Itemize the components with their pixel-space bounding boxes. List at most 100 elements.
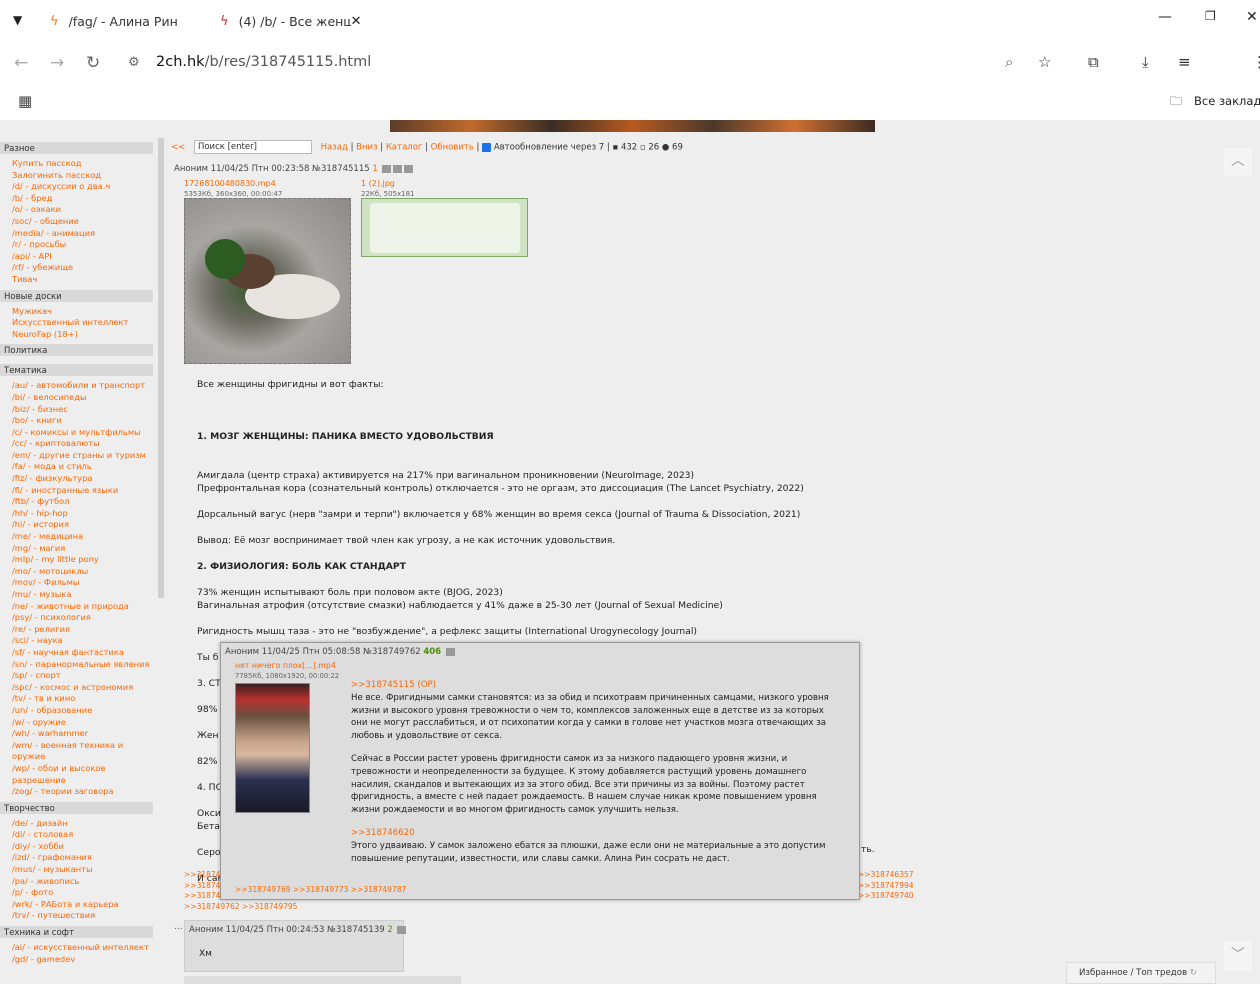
tab-fag[interactable]: ϟ /fag/ - Алина Рин bbox=[50, 8, 210, 34]
back-link[interactable]: Назад bbox=[321, 143, 348, 153]
sidebar-board-link[interactable]: /re/ - религия bbox=[0, 624, 153, 636]
forward-icon[interactable]: → bbox=[50, 53, 64, 73]
star-icon[interactable] bbox=[382, 164, 392, 173]
media-control-icon[interactable]: ≡ bbox=[1178, 53, 1191, 71]
extensions-icon[interactable]: ⧉ bbox=[1088, 53, 1099, 71]
scroll-down-icon[interactable]: ﹀ bbox=[1224, 942, 1252, 970]
sidebar-board-link[interactable]: /biz/ - бизнес bbox=[0, 404, 153, 416]
sidebar-board-link[interactable]: /wm/ - военная техника и bbox=[0, 740, 153, 752]
reply-link[interactable]: >>318746357 bbox=[858, 870, 914, 881]
autoupdate-checkbox[interactable] bbox=[482, 142, 492, 152]
op-file-2-name[interactable]: 1 (2).jpg bbox=[361, 179, 395, 188]
sidebar-board-link[interactable]: /mov/ - Фильмы bbox=[0, 577, 153, 589]
sidebar-scrollbar[interactable] bbox=[158, 138, 164, 598]
sidebar-board-link[interactable]: /rf/ - убежище bbox=[0, 262, 153, 274]
sidebar-board-link[interactable]: /un/ - образование bbox=[0, 705, 153, 717]
all-bookmarks-label[interactable]: Все закладки bbox=[1194, 94, 1260, 108]
menu-icon[interactable]: ⋮ bbox=[1252, 53, 1260, 71]
reply-icon[interactable] bbox=[445, 647, 455, 656]
sidebar-board-link[interactable]: /zog/ - теории заговора bbox=[0, 786, 153, 798]
sidebar-board-link[interactable]: /fl/ - иностранные языки bbox=[0, 485, 153, 497]
sidebar-board-link[interactable]: /w/ - оружие bbox=[0, 717, 153, 729]
sidebar-board-link[interactable]: /diy/ - хобби bbox=[0, 841, 153, 853]
sidebar-board-link[interactable]: /wrk/ - РАБота и карьера bbox=[0, 899, 153, 911]
sidebar-board-link[interactable]: /sn/ - паранормальные явления bbox=[0, 659, 153, 671]
sidebar-board-link[interactable]: /mg/ - магия bbox=[0, 543, 153, 555]
tab-list-dropdown-icon[interactable]: ▼ bbox=[13, 13, 22, 27]
sidebar-board-link[interactable]: /bo/ - книги bbox=[0, 415, 153, 427]
post-number[interactable]: 2 bbox=[387, 925, 392, 935]
sidebar-board-link[interactable]: разрешение bbox=[0, 775, 153, 787]
op-replies-right[interactable]: >>318746357 >>318747994 >>318749740 bbox=[858, 870, 914, 902]
sidebar-board-link[interactable]: /bi/ - велосипеды bbox=[0, 392, 153, 404]
popup-quote-link-op[interactable]: >>318745115 (OP) bbox=[351, 679, 841, 692]
sidebar-board-link[interactable]: /fa/ - мода и стиль bbox=[0, 461, 153, 473]
refresh-icon[interactable]: ↻ bbox=[1190, 968, 1197, 978]
scroll-up-icon[interactable]: ︿ bbox=[1224, 148, 1252, 176]
back-icon[interactable]: ← bbox=[14, 53, 28, 73]
op-video-thumbnail[interactable] bbox=[184, 198, 351, 364]
zoom-icon[interactable]: ⌕ bbox=[1005, 53, 1013, 71]
close-window-icon[interactable]: ✕ bbox=[1246, 9, 1258, 25]
bookmark-star-icon[interactable]: ☆ bbox=[1038, 53, 1051, 71]
reply-icon[interactable] bbox=[404, 164, 414, 173]
sidebar-board-link[interactable]: /o/ - оэкаки bbox=[0, 204, 153, 216]
sidebar-board-link[interactable]: /ai/ - искусственный интеллект bbox=[0, 942, 153, 954]
sidebar-board-link[interactable]: /izd/ - графомания bbox=[0, 852, 153, 864]
sidebar-board-link[interactable]: NeuroFap (18+) bbox=[0, 329, 153, 341]
sidebar-board-link[interactable]: /b/ - бред bbox=[0, 193, 153, 205]
sidebar-board-link[interactable]: /pa/ - живопись bbox=[0, 876, 153, 888]
sidebar-board-link[interactable]: /spc/ - космос и астрономия bbox=[0, 682, 153, 694]
sidebar-board-link[interactable]: /me/ - медицина bbox=[0, 531, 153, 543]
down-link[interactable]: Вниз bbox=[356, 143, 377, 153]
reload-icon[interactable]: ↻ bbox=[86, 53, 100, 73]
sidebar-board-link[interactable]: /tv/ - тв и кино bbox=[0, 693, 153, 705]
restore-icon[interactable]: ❐ bbox=[1205, 9, 1216, 23]
sidebar-board-link[interactable]: Залогинить пасскод bbox=[0, 170, 153, 182]
sidebar-board-link[interactable]: /mus/ - музыканты bbox=[0, 864, 153, 876]
popup-video-thumbnail[interactable] bbox=[235, 683, 310, 813]
op-post-count[interactable]: 1 bbox=[372, 164, 377, 174]
apps-grid-icon[interactable]: ▦ bbox=[18, 92, 32, 110]
sidebar-board-link[interactable]: /sci/ - наука bbox=[0, 635, 153, 647]
sidebar-board-link[interactable]: /sp/ - спорт bbox=[0, 670, 153, 682]
sidebar-board-link[interactable]: /au/ - автомобили и транспорт bbox=[0, 380, 153, 392]
sidebar-board-link[interactable]: Мужикач bbox=[0, 306, 153, 318]
op-image-thumbnail[interactable] bbox=[361, 198, 528, 257]
sidebar-board-link[interactable]: /gd/ - gamedev bbox=[0, 954, 153, 966]
sidebar-board-link[interactable]: Купить пасскод bbox=[0, 158, 153, 170]
popup-post-count[interactable]: 406 bbox=[423, 647, 441, 657]
hide-icon[interactable] bbox=[393, 164, 403, 173]
sidebar-board-link[interactable]: /em/ - другие страны и туризм bbox=[0, 450, 153, 462]
reply-link[interactable]: >>318749762 >>318749795 bbox=[184, 902, 297, 913]
tab-close-icon[interactable]: ✕ bbox=[351, 14, 362, 29]
sidebar-board-link[interactable]: Искусственный интеллект bbox=[0, 317, 153, 329]
sidebar-board-link[interactable]: оружие bbox=[0, 751, 153, 763]
refresh-link[interactable]: Обновить bbox=[431, 143, 474, 153]
sidebar-board-link[interactable]: /wp/ - обои и высокое bbox=[0, 763, 153, 775]
sidebar-board-link[interactable]: /mu/ - музыка bbox=[0, 589, 153, 601]
op-file-1-name[interactable]: 17268100480830.mp4 bbox=[184, 179, 276, 188]
reply-link[interactable]: >>318747994 bbox=[858, 881, 914, 892]
sidebar-board-link[interactable]: /hh/ - hip-hop bbox=[0, 508, 153, 520]
popup-replies[interactable]: >>318749769 >>318749773 >>318749787 bbox=[235, 885, 406, 894]
favorites-button[interactable]: Избранное / Топ тредов ↻ bbox=[1066, 962, 1216, 984]
sidebar-board-link[interactable]: /c/ - комиксы и мультфильмы bbox=[0, 427, 153, 439]
back-arrows-link[interactable]: << bbox=[171, 143, 185, 153]
sidebar-board-link[interactable]: /r/ - просьбы bbox=[0, 239, 153, 251]
search-input[interactable]: Поиск [enter] bbox=[193, 140, 312, 154]
minimize-icon[interactable]: — bbox=[1158, 9, 1172, 25]
address-bar[interactable]: 2ch.hk/b/res/318745115.html bbox=[156, 54, 371, 70]
sidebar-board-link[interactable]: /ne/ - животные и природа bbox=[0, 601, 153, 613]
sidebar-board-link[interactable]: /trv/ - путешествия bbox=[0, 910, 153, 922]
sidebar-board-link[interactable]: /cc/ - криптовалюты bbox=[0, 438, 153, 450]
sidebar-board-link[interactable]: /ftb/ - футбол bbox=[0, 496, 153, 508]
sidebar-board-link[interactable]: /api/ - API bbox=[0, 251, 153, 263]
sidebar-board-link[interactable]: /sf/ - научная фантастика bbox=[0, 647, 153, 659]
download-icon[interactable]: ⤓ bbox=[1142, 53, 1149, 71]
site-info-icon[interactable]: ⚙ bbox=[128, 55, 140, 70]
sidebar-board-link[interactable]: /soc/ - общение bbox=[0, 216, 153, 228]
tab-b[interactable]: ϟ (4) /b/ - Все женщ ✕ bbox=[220, 8, 370, 34]
sidebar-board-link[interactable]: /mlp/ - my little pony bbox=[0, 554, 153, 566]
popup-file-name[interactable]: нет ничего плох[...].mp4 bbox=[235, 661, 336, 670]
